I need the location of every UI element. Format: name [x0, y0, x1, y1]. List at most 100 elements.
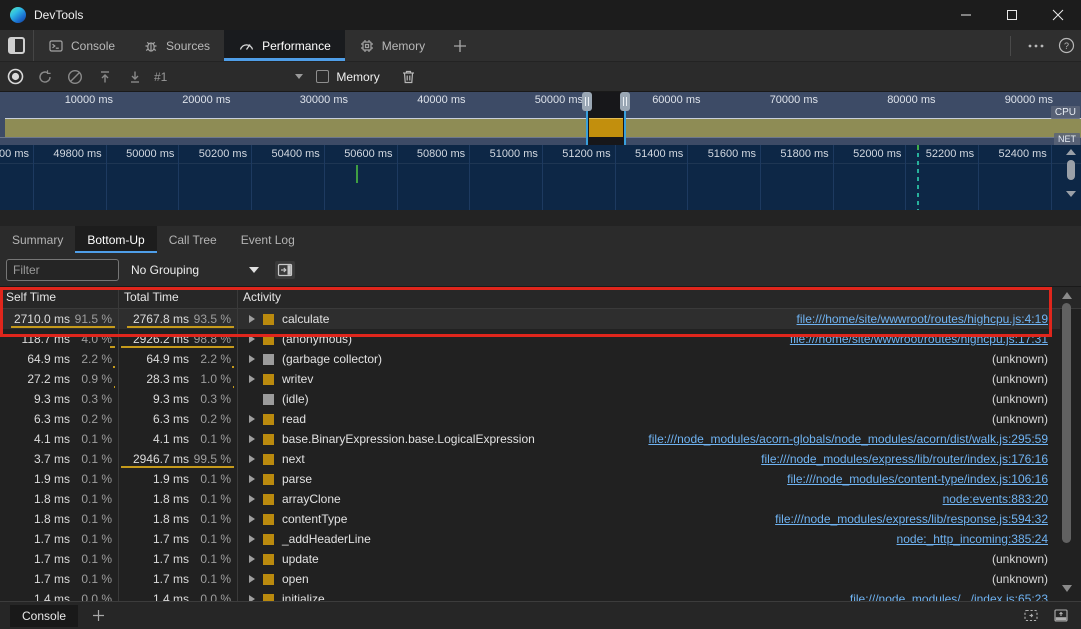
flame-scroll-up-icon[interactable]	[1066, 149, 1076, 155]
clear-icon[interactable]	[60, 63, 90, 91]
table-row[interactable]: 1.8 ms0.1 %1.8 ms0.1 %contentTypefile://…	[0, 509, 1060, 529]
timeline-detail[interactable]: 00 ms49800 ms50000 ms50200 ms50400 ms506…	[0, 145, 1081, 210]
close-button[interactable]	[1035, 0, 1081, 30]
table-row[interactable]: 4.1 ms0.1 %4.1 ms0.1 %base.BinaryExpress…	[0, 429, 1060, 449]
expand-arrow-icon[interactable]	[249, 335, 255, 343]
source-location-link[interactable]: file:///node_modules/.../index.js:65:23	[850, 592, 1048, 601]
source-location-link[interactable]: file:///home/site/wwwroot/routes/highcpu…	[790, 332, 1048, 346]
total-time-percent: 98.8 %	[189, 332, 231, 346]
tab-event-log[interactable]: Event Log	[229, 226, 307, 253]
source-location-link[interactable]: file:///node_modules/acorn-globals/node_…	[648, 432, 1048, 446]
tab-bottom-up[interactable]: Bottom-Up	[75, 226, 156, 253]
expand-arrow-icon[interactable]	[249, 495, 255, 503]
flame-scroll-down-icon[interactable]	[1066, 191, 1076, 197]
self-time-cell: 27.2 ms0.9 %	[0, 369, 118, 389]
focus-page-button[interactable]	[0, 30, 34, 61]
table-scroll-down-icon[interactable]	[1062, 585, 1072, 592]
source-location-link[interactable]: node:_http_incoming:385:24	[897, 532, 1048, 546]
source-location-link[interactable]: file:///home/site/wwwroot/routes/highcpu…	[797, 312, 1048, 326]
tab-console[interactable]: Console	[34, 30, 129, 61]
total-time-cell: 2926.2 ms98.8 %	[118, 329, 237, 349]
expand-arrow-icon[interactable]	[249, 315, 255, 323]
source-location-link[interactable]: node:events:883:20	[943, 492, 1048, 506]
total-time-percent: 0.1 %	[189, 432, 231, 446]
reload-record-icon[interactable]	[30, 63, 60, 91]
more-options-icon[interactable]	[1021, 31, 1051, 61]
activity-cell: (idle)(unknown)	[237, 389, 1060, 409]
total-time-value: 9.3 ms	[153, 392, 189, 406]
expand-arrow-icon[interactable]	[249, 535, 255, 543]
save-profile-icon[interactable]	[120, 63, 150, 91]
source-location-link[interactable]: file:///node_modules/express/lib/router/…	[761, 452, 1048, 466]
tab-call-tree[interactable]: Call Tree	[157, 226, 229, 253]
session-label: #1	[154, 70, 167, 84]
table-row[interactable]: 1.8 ms0.1 %1.8 ms0.1 %arrayClonenode:eve…	[0, 489, 1060, 509]
table-scrollbar-thumb[interactable]	[1062, 303, 1071, 543]
maximize-button[interactable]	[989, 0, 1035, 30]
tab-performance[interactable]: Performance	[224, 30, 345, 61]
activity-color-swatch	[263, 354, 274, 365]
trash-icon[interactable]	[394, 63, 424, 91]
table-row[interactable]: 1.4 ms0.0 %1.4 ms0.0 %initializefile:///…	[0, 589, 1060, 601]
source-location-link[interactable]: file:///node_modules/express/lib/respons…	[775, 512, 1048, 526]
restore-dock-icon[interactable]	[1023, 608, 1039, 623]
expand-arrow-icon[interactable]	[249, 515, 255, 523]
activity-name: read	[282, 412, 306, 426]
table-row[interactable]: 1.7 ms0.1 %1.7 ms0.1 %open(unknown)	[0, 569, 1060, 589]
expand-arrow-icon[interactable]	[249, 475, 255, 483]
record-icon[interactable]	[0, 63, 30, 91]
table-row[interactable]: 1.9 ms0.1 %1.9 ms0.1 %parsefile:///node_…	[0, 469, 1060, 489]
column-total-time[interactable]: Total Time	[118, 287, 237, 308]
quick-view-panel-icon[interactable]	[1053, 608, 1069, 623]
drawer-add-tab-button[interactable]	[92, 609, 105, 622]
table-row[interactable]: 1.7 ms0.1 %1.7 ms0.1 %_addHeaderLinenode…	[0, 529, 1060, 549]
table-row[interactable]: 3.7 ms0.1 %2946.7 ms99.5 %nextfile:///no…	[0, 449, 1060, 469]
column-activity[interactable]: Activity	[237, 287, 1081, 308]
column-self-time[interactable]: Self Time	[0, 287, 118, 308]
selection-right-handle[interactable]	[620, 92, 630, 111]
total-time-value: 1.4 ms	[153, 592, 189, 601]
expand-arrow-icon[interactable]	[249, 455, 255, 463]
tab-memory[interactable]: Memory	[345, 30, 439, 61]
total-time-cell: 1.8 ms0.1 %	[118, 489, 237, 509]
table-scroll-up-icon[interactable]	[1062, 292, 1072, 299]
total-time-value: 2946.7 ms	[133, 452, 189, 466]
help-icon[interactable]: ?	[1051, 31, 1081, 61]
expand-arrow-icon[interactable]	[249, 375, 255, 383]
expand-arrow-icon[interactable]	[249, 435, 255, 443]
load-profile-icon[interactable]	[90, 63, 120, 91]
activity-name: next	[282, 452, 305, 466]
expand-arrow-icon[interactable]	[249, 355, 255, 363]
self-time-percent: 2.2 %	[70, 352, 112, 366]
expand-arrow-icon[interactable]	[249, 575, 255, 583]
add-tab-button[interactable]	[439, 30, 481, 61]
self-time-value: 1.8 ms	[34, 512, 70, 526]
filter-input[interactable]	[6, 259, 119, 281]
tab-summary[interactable]: Summary	[0, 226, 75, 253]
heaviest-stack-toggle[interactable]	[275, 261, 295, 279]
tab-sources[interactable]: Sources	[129, 30, 224, 61]
table-row[interactable]: 64.9 ms2.2 %64.9 ms2.2 %(garbage collect…	[0, 349, 1060, 369]
table-row[interactable]: 118.7 ms4.0 %2926.2 ms98.8 %(anonymous)f…	[0, 329, 1060, 349]
expand-arrow-icon[interactable]	[249, 555, 255, 563]
selection-left-handle[interactable]	[582, 92, 592, 111]
expand-arrow-icon[interactable]	[249, 415, 255, 423]
table-row[interactable]: 27.2 ms0.9 %28.3 ms1.0 %writev(unknown)	[0, 369, 1060, 389]
total-time-percent: 0.1 %	[189, 492, 231, 506]
total-time-cell: 1.4 ms0.0 %	[118, 589, 237, 601]
table-row[interactable]: 2710.0 ms91.5 %2767.8 ms93.5 %calculatef…	[0, 309, 1060, 329]
source-location-link[interactable]: file:///node_modules/content-type/index.…	[787, 472, 1048, 486]
grouping-select[interactable]: No Grouping	[131, 263, 259, 277]
flame-scrollbar-thumb[interactable]	[1067, 160, 1075, 180]
self-time-value: 3.7 ms	[34, 452, 70, 466]
minimize-button[interactable]	[943, 0, 989, 30]
table-row[interactable]: 6.3 ms0.2 %6.3 ms0.2 %read(unknown)	[0, 409, 1060, 429]
table-row[interactable]: 9.3 ms0.3 %9.3 ms0.3 %(idle)(unknown)	[0, 389, 1060, 409]
drawer-tab-console[interactable]: Console	[10, 605, 78, 627]
memory-checkbox[interactable]	[316, 70, 329, 83]
activity-color-swatch	[263, 554, 274, 565]
timeline-overview[interactable]: 10000 ms20000 ms30000 ms40000 ms50000 ms…	[0, 92, 1081, 145]
table-row[interactable]: 1.7 ms0.1 %1.7 ms0.1 %update(unknown)	[0, 549, 1060, 569]
gc-event-tick	[356, 165, 358, 183]
history-dropdown-icon[interactable]	[295, 74, 303, 79]
